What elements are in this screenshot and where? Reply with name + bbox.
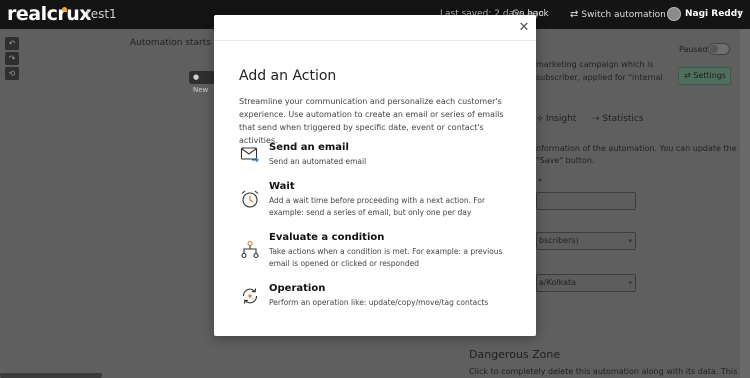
option-evaluate-condition-title[interactable]: Evaluate a condition <box>269 232 384 243</box>
switch-icon: ⇄ <box>570 9 579 20</box>
timezone-value: a/Kolkata <box>539 278 576 287</box>
switch-automation-link[interactable]: ⇄ Switch automation <box>570 9 666 20</box>
insight-icon: ⟡ <box>537 114 543 124</box>
option-send-email-desc[interactable]: Send an automated email <box>269 156 509 168</box>
tab-insight[interactable]: ⟡ Insight <box>537 114 576 124</box>
logo[interactable]: realcrux <box>7 3 92 25</box>
settings-label: Settings <box>693 71 727 80</box>
automation-starts-text: Automation starts wh <box>130 38 227 48</box>
timezone-select[interactable]: a/Kolkata ▾ <box>536 274 636 292</box>
tab-statistics[interactable]: ⇢ Statistics <box>592 114 644 124</box>
chevron-down-icon[interactable]: ▾ <box>737 8 741 17</box>
option-wait-title[interactable]: Wait <box>269 181 295 192</box>
option-evaluate-condition-desc[interactable]: Take actions when a condition is met. Fo… <box>269 246 509 270</box>
required-star: * <box>538 177 542 186</box>
modal-divider <box>214 40 536 41</box>
modal-intro: Streamline your communication and person… <box>239 97 504 145</box>
alarm-clock-icon[interactable] <box>240 189 260 209</box>
statistics-label: Statistics <box>602 114 644 124</box>
paused-toggle[interactable] <box>708 43 730 55</box>
insight-label: Insight <box>545 114 577 124</box>
vertical-scrollbar[interactable] <box>740 29 750 378</box>
chevron-down-icon: ▾ <box>628 237 632 245</box>
new-node-label: New <box>193 86 209 94</box>
add-action-modal <box>214 15 536 336</box>
project-name[interactable]: test1 <box>86 7 117 21</box>
automation-description-line: subscriber, applied for "internal <box>536 73 663 82</box>
option-operation-desc[interactable]: Perform an operation like: update/copy/m… <box>269 297 509 309</box>
dangerous-zone-title: Dangerous Zone <box>469 348 561 361</box>
redo-icon[interactable]: ↷ <box>5 52 19 65</box>
statistics-icon: ⇢ <box>592 114 600 124</box>
dangerous-zone-description: Click to completely delete this automati… <box>469 367 738 376</box>
mail-list-value: bscribers) <box>539 236 579 245</box>
modal-title: Add an Action <box>239 68 337 84</box>
horizontal-scrollbar[interactable] <box>0 373 102 378</box>
logo-dot-icon <box>62 7 67 12</box>
automation-name-input[interactable] <box>536 192 636 210</box>
email-icon[interactable] <box>240 144 260 164</box>
new-trigger-node[interactable]: ● New <box>189 71 215 94</box>
automation-description-line: marketing campaign which is <box>536 60 654 69</box>
info-text: "Save" button. <box>536 156 595 165</box>
switch-automation-label: Switch automation <box>581 10 666 20</box>
settings-button[interactable]: ⇄ Settings <box>678 67 731 85</box>
mail-list-select[interactable]: bscribers) ▾ <box>536 232 636 250</box>
settings-icon: ⇄ <box>684 71 691 80</box>
option-send-email-title[interactable]: Send an email <box>269 142 349 153</box>
flow-branch-icon[interactable] <box>240 240 260 260</box>
undo-icon[interactable]: ↶ <box>5 37 19 50</box>
history-icon[interactable]: ⟲ <box>5 67 19 80</box>
avatar[interactable] <box>667 7 681 21</box>
chevron-down-icon: ▾ <box>628 279 632 287</box>
paused-label: Paused <box>679 45 708 54</box>
option-wait-desc[interactable]: Add a wait time before proceeding with a… <box>269 195 509 219</box>
refresh-cycle-icon[interactable] <box>240 286 260 306</box>
info-text: nformation of the automation. You can up… <box>536 144 737 153</box>
option-operation-title[interactable]: Operation <box>269 283 325 294</box>
close-icon[interactable]: ✕ <box>518 21 530 35</box>
user-name[interactable]: Nagi Reddy <box>685 9 743 19</box>
